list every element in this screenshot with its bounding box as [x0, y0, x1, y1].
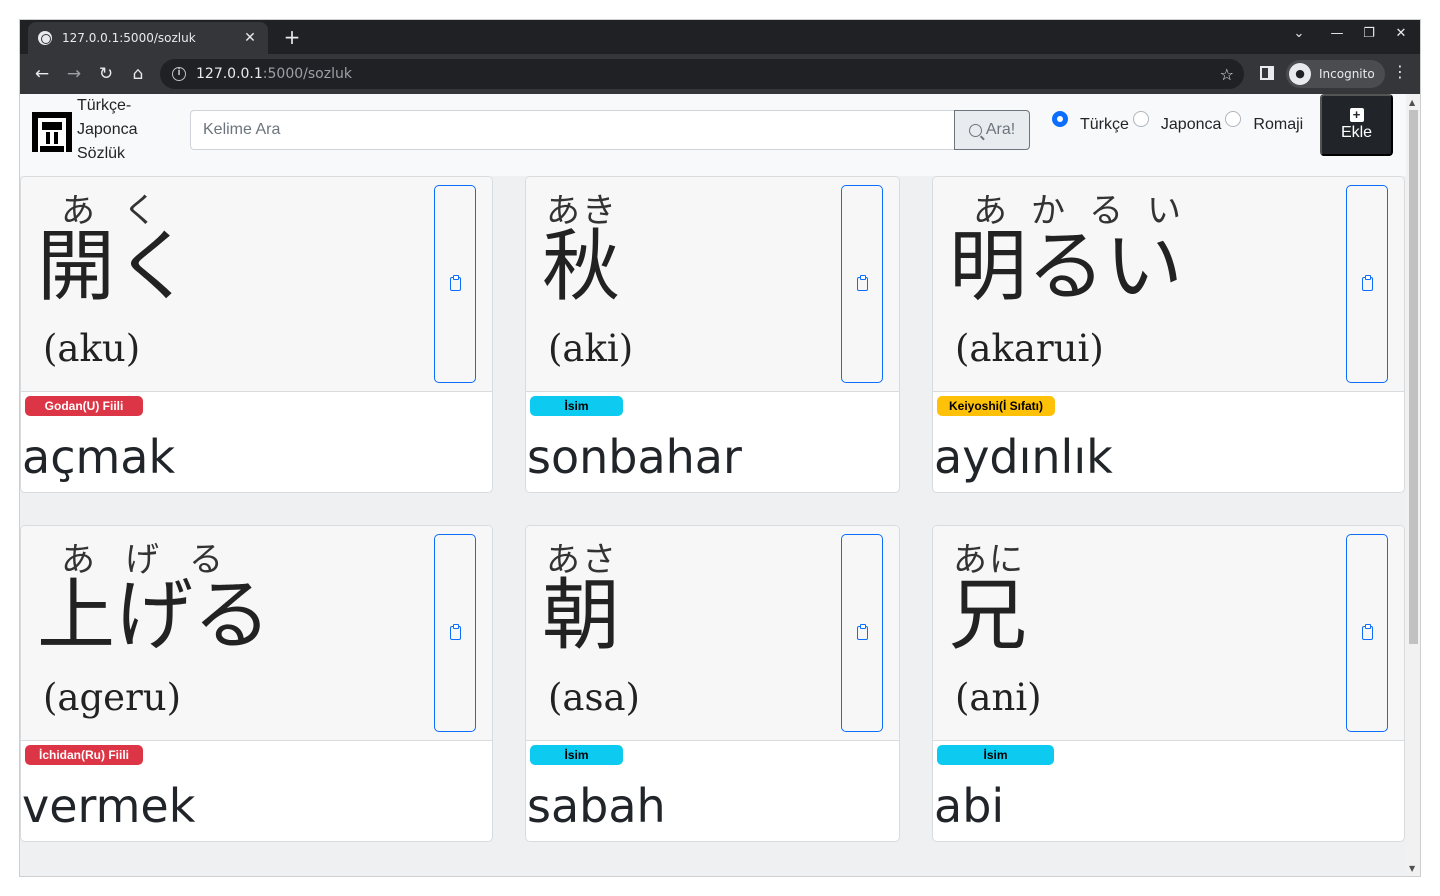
incognito-icon: ●: [1289, 63, 1311, 85]
word-type-badge: İsim: [937, 745, 1054, 765]
copy-button[interactable]: [841, 185, 883, 383]
new-tab-button[interactable]: +: [280, 25, 304, 49]
turkish-meaning: açmak: [22, 430, 176, 484]
word-card: あく 開く (aku) Godan(U) Fiili açmak: [20, 176, 493, 493]
search-input[interactable]: [190, 110, 954, 150]
url-host: 127.0.0.1: [196, 66, 263, 82]
maximize-button[interactable]: ❐: [1354, 26, 1384, 41]
forward-button[interactable]: →: [62, 62, 86, 86]
card-header: あかるい 明るい (akarui): [933, 177, 1404, 392]
search-form: Ara!: [190, 110, 1030, 150]
logo-icon[interactable]: [32, 112, 72, 152]
word-card: あき 秋 (aki) İsim sonbahar: [525, 176, 900, 493]
kanji: 上げる: [37, 571, 272, 661]
card-header: あに 兄 (ani): [933, 526, 1404, 741]
copy-button[interactable]: [434, 534, 476, 732]
clipboard-icon: [449, 275, 461, 291]
romaji: (aku): [43, 327, 141, 370]
add-button-label: Ekle: [1340, 124, 1373, 141]
more-menu-icon[interactable]: ⋮: [1392, 62, 1408, 81]
card-header: あく 開く (aku): [21, 177, 492, 392]
word-type-badge: Keiyoshi(İ Sıfatı): [937, 396, 1055, 416]
card-header: あさ 朝 (asa): [526, 526, 899, 741]
plus-square-icon: +: [1349, 108, 1364, 122]
kanji: 開く: [37, 222, 194, 312]
copy-button[interactable]: [1346, 185, 1388, 383]
search-button-label: Ara!: [985, 121, 1016, 138]
side-panel-icon[interactable]: [1260, 66, 1274, 80]
tab-search-icon[interactable]: ⌄: [1284, 26, 1314, 41]
kanji: 朝: [542, 571, 621, 661]
turkish-meaning: vermek: [22, 779, 196, 833]
radio-romaji-label[interactable]: Romaji: [1253, 116, 1303, 134]
scroll-down-icon[interactable]: ▼: [1409, 864, 1415, 873]
romaji: (akarui): [955, 327, 1104, 370]
address-bar[interactable]: i 127.0.0.1:5000/sozluk ☆: [160, 59, 1244, 89]
kanji: 明るい: [949, 222, 1184, 312]
language-radio-group: Türkçe Japonca Romaji: [1052, 111, 1307, 134]
clipboard-icon: [449, 624, 461, 640]
word-type-badge: İsim: [530, 745, 623, 765]
turkish-meaning: sabah: [527, 779, 666, 833]
scroll-up-icon[interactable]: ▲: [1409, 98, 1415, 107]
kanji: 秋: [542, 222, 621, 312]
url-path: :5000/sozluk: [262, 66, 352, 82]
home-button[interactable]: ⌂: [126, 62, 150, 86]
word-type-badge: Godan(U) Fiili: [25, 396, 143, 416]
radio-japonca-label[interactable]: Japonca: [1161, 116, 1222, 134]
copy-button[interactable]: [841, 534, 883, 732]
radio-japonca[interactable]: [1132, 111, 1149, 127]
browser-toolbar: ← → ↻ ⌂ i 127.0.0.1:5000/sozluk ☆ ● Inco…: [20, 54, 1420, 94]
turkish-meaning: sonbahar: [527, 430, 742, 484]
copy-button[interactable]: [434, 185, 476, 383]
browser-tab[interactable]: 127.0.0.1:5000/sozluk ✕: [28, 22, 268, 54]
word-type-badge: İsim: [530, 396, 623, 416]
site-info-icon[interactable]: i: [172, 67, 186, 81]
radio-romaji[interactable]: [1225, 111, 1242, 127]
incognito-indicator[interactable]: ● Incognito: [1286, 60, 1385, 88]
turkish-meaning: abi: [934, 779, 1005, 833]
romaji: (ani): [955, 676, 1042, 719]
brand-title[interactable]: Türkçe-Japonca Sözlük: [77, 94, 157, 166]
globe-icon: [38, 31, 52, 45]
romaji: (ageru): [43, 676, 182, 719]
clipboard-icon: [1361, 275, 1373, 291]
scrollbar-thumb[interactable]: [1409, 110, 1418, 644]
page-scrollbar[interactable]: ▲ ▼: [1406, 94, 1420, 876]
romaji: (aki): [548, 327, 634, 370]
romaji: (asa): [548, 676, 640, 719]
copy-button[interactable]: [1346, 534, 1388, 732]
reload-button[interactable]: ↻: [94, 62, 118, 86]
tab-strip: 127.0.0.1:5000/sozluk ✕ + ⌄ — ❐ ✕: [20, 20, 1420, 54]
minimize-button[interactable]: —: [1322, 26, 1352, 41]
card-header: あげる 上げる (ageru): [21, 526, 492, 741]
app-navbar: Türkçe-Japonca Sözlük Ara! Türkçe Japonc…: [20, 94, 1406, 176]
close-tab-icon[interactable]: ✕: [242, 30, 258, 46]
card-header: あき 秋 (aki): [526, 177, 899, 392]
close-window-button[interactable]: ✕: [1386, 26, 1416, 41]
page-viewport: Türkçe-Japonca Sözlük Ara! Türkçe Japonc…: [20, 94, 1420, 876]
word-card: あさ 朝 (asa) İsim sabah: [525, 525, 900, 842]
add-word-button[interactable]: + Ekle: [1320, 94, 1393, 156]
clipboard-icon: [856, 275, 868, 291]
word-card: あに 兄 (ani) İsim abi: [932, 525, 1405, 842]
clipboard-icon: [1361, 624, 1373, 640]
browser-window: 127.0.0.1:5000/sozluk ✕ + ⌄ — ❐ ✕ ← → ↻ …: [20, 20, 1420, 876]
turkish-meaning: aydınlık: [934, 430, 1113, 484]
kanji: 兄: [949, 571, 1028, 661]
bookmark-star-icon[interactable]: ☆: [1220, 65, 1234, 84]
word-card: あかるい 明るい (akarui) Keiyoshi(İ Sıfatı) ayd…: [932, 176, 1405, 493]
word-type-badge: İchidan(Ru) Fiili: [25, 745, 143, 765]
radio-turkce-label[interactable]: Türkçe: [1080, 116, 1129, 134]
tab-title: 127.0.0.1:5000/sozluk: [62, 31, 196, 45]
search-button[interactable]: Ara!: [954, 110, 1030, 150]
word-card: あげる 上げる (ageru) İchidan(Ru) Fiili vermek: [20, 525, 493, 842]
radio-turkce[interactable]: [1052, 111, 1068, 127]
search-icon: [968, 123, 982, 137]
back-button[interactable]: ←: [30, 62, 54, 86]
clipboard-icon: [856, 624, 868, 640]
incognito-label: Incognito: [1319, 67, 1375, 81]
